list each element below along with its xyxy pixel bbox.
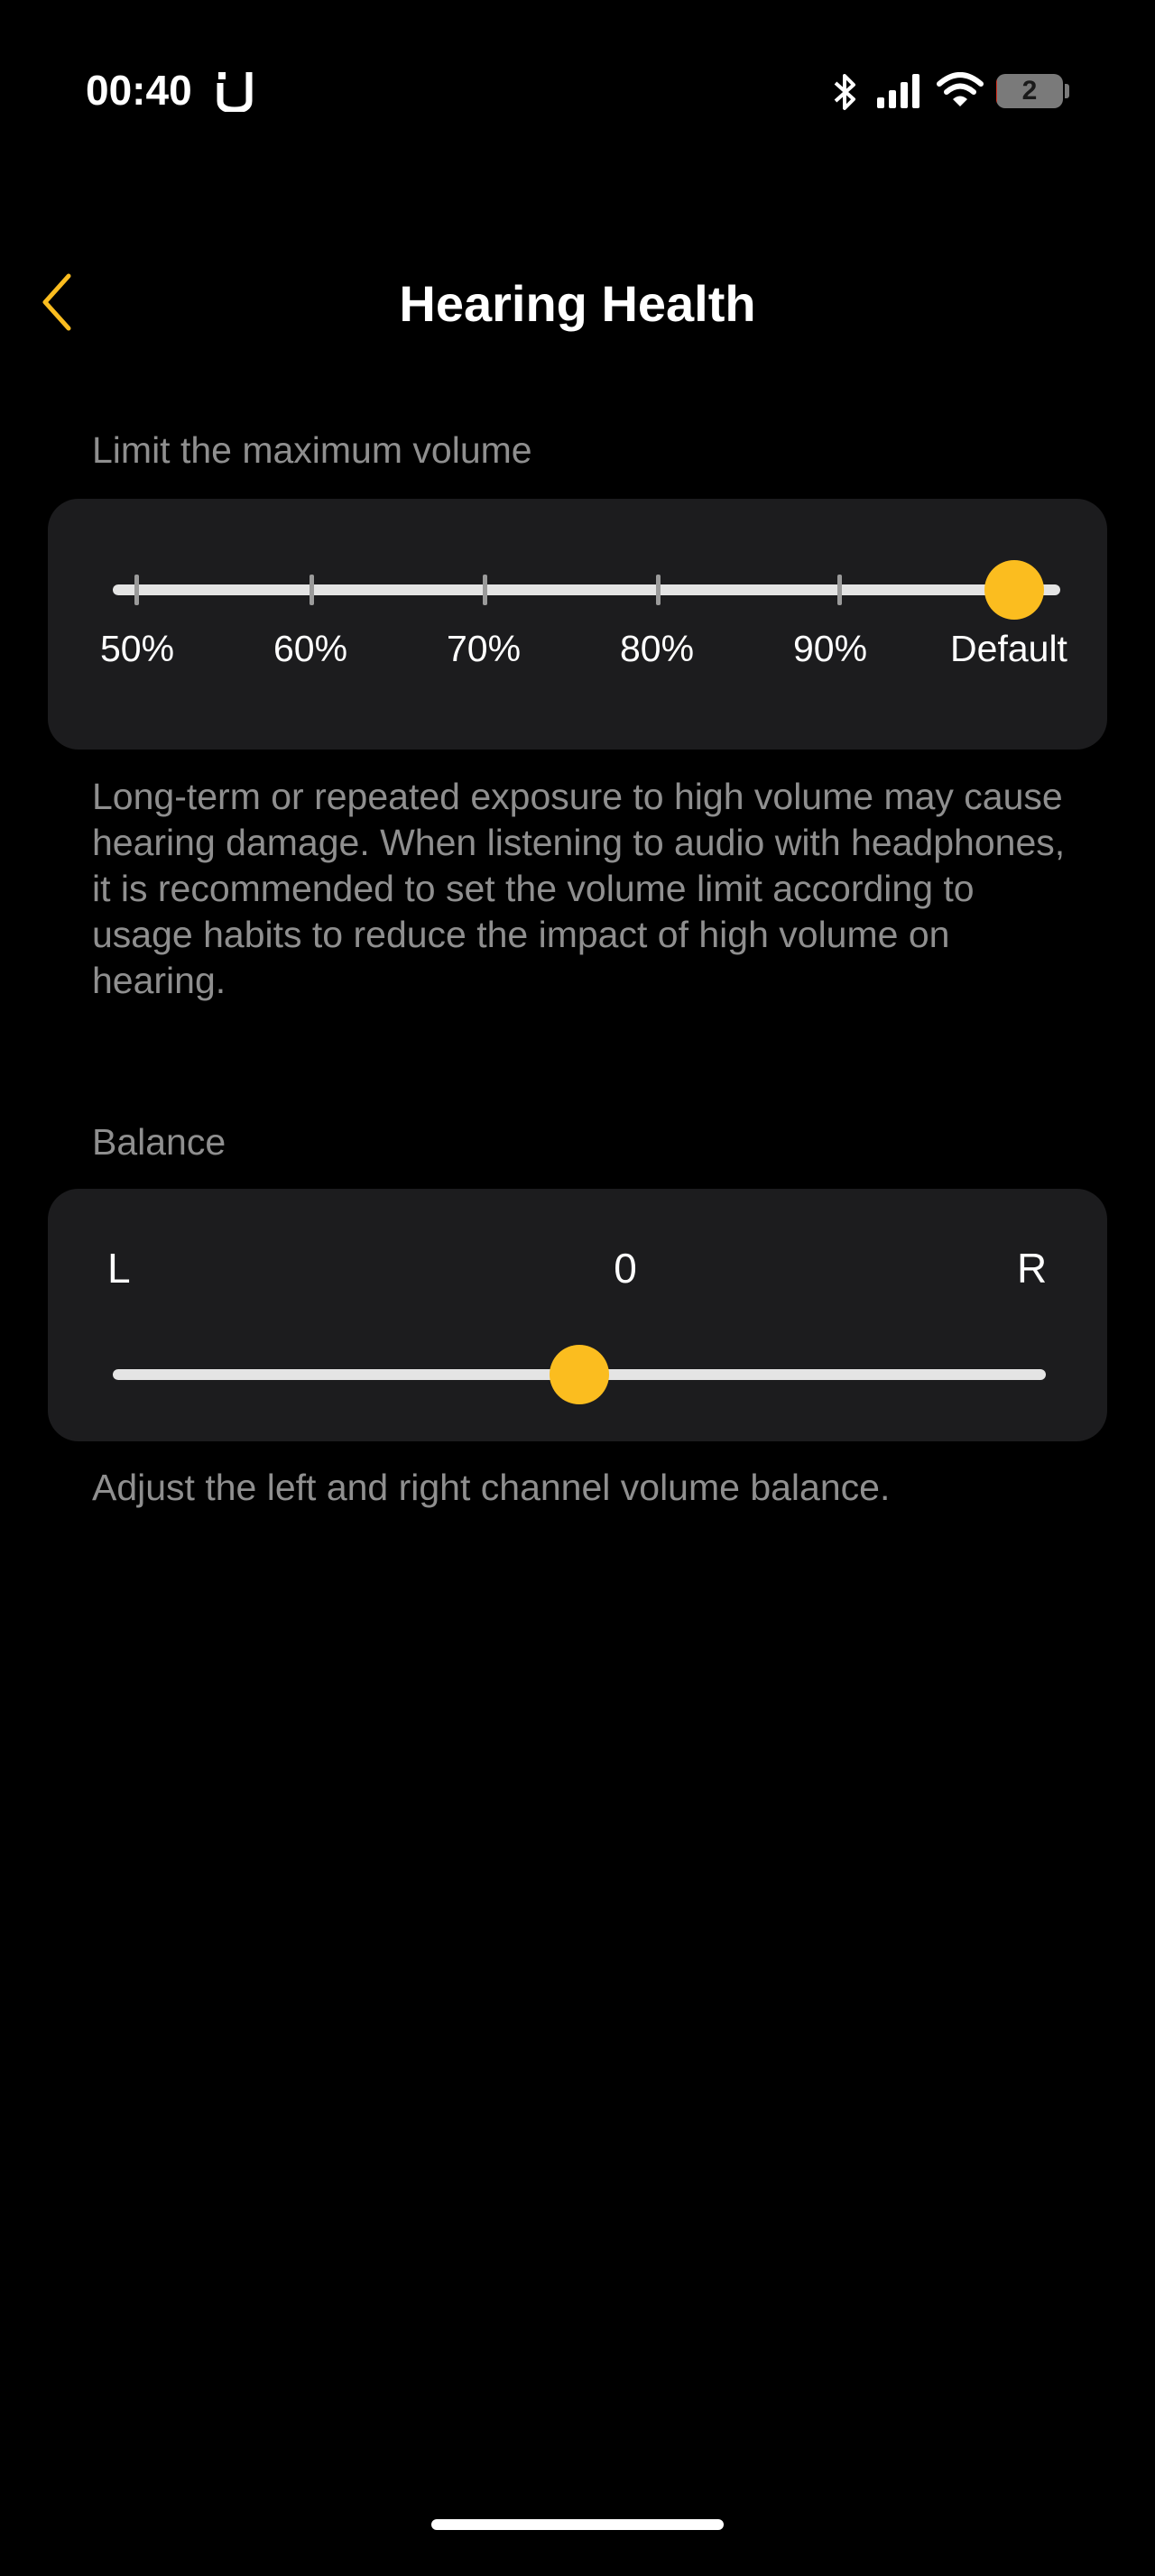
volume-limit-description: Long-term or repeated exposure to high v… <box>92 776 1066 1001</box>
signal-icon <box>877 74 919 108</box>
tick-90 <box>837 575 842 605</box>
tick-70 <box>483 575 487 605</box>
volume-limit-thumb[interactable] <box>984 560 1044 620</box>
battery-tip <box>1065 84 1069 98</box>
tick-60 <box>310 575 314 605</box>
battery-percent: 2 <box>1021 76 1038 106</box>
option-60[interactable]: 60% <box>229 625 392 672</box>
wifi-icon <box>937 72 984 106</box>
bluetooth-icon <box>834 74 855 110</box>
option-80[interactable]: 80% <box>576 625 738 672</box>
home-indicator[interactable] <box>431 2519 724 2530</box>
u-icon <box>217 72 253 112</box>
balance-description: Adjust the left and right channel volume… <box>92 1467 891 1508</box>
balance-thumb[interactable] <box>550 1345 609 1404</box>
balance-right-label: R <box>1017 1245 1048 1292</box>
battery-icon: 2 <box>996 74 1063 108</box>
tick-80 <box>656 575 661 605</box>
balance-value: 0 <box>614 1245 637 1292</box>
status-time: 00:40 <box>86 67 192 114</box>
tick-50 <box>134 575 139 605</box>
status-bar: 00:40 2 <box>0 0 1155 180</box>
balance-label: Balance <box>92 1121 226 1163</box>
option-90[interactable]: 90% <box>749 625 911 672</box>
option-50[interactable]: 50% <box>56 625 218 672</box>
option-default[interactable]: Default <box>919 625 1099 672</box>
balance-card: L 0 R <box>48 1189 1107 1441</box>
volume-limit-card: 50% 60% 70% 80% 90% Default <box>48 499 1107 750</box>
volume-limit-slider[interactable] <box>113 584 1060 595</box>
option-70[interactable]: 70% <box>402 625 565 672</box>
volume-limit-label: Limit the maximum volume <box>92 429 532 471</box>
balance-left-label: L <box>107 1245 131 1292</box>
page-title: Hearing Health <box>399 275 756 332</box>
